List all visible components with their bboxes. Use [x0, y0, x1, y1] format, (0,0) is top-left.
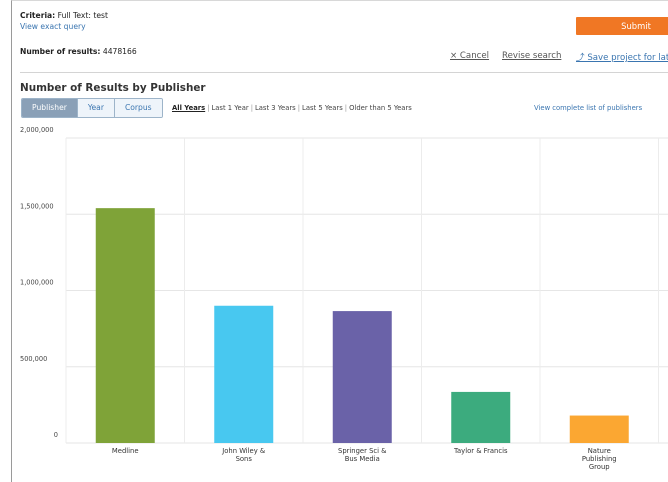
bar-4[interactable]	[451, 391, 511, 443]
x-tick-label: Sons	[236, 455, 253, 463]
bar-5[interactable]	[569, 415, 629, 443]
y-tick-label: 500,000	[20, 355, 47, 363]
y-tick-label: 0	[54, 431, 58, 439]
y-tick-label: 1,000,000	[20, 279, 54, 287]
x-tick-label: Springer Sci &	[338, 447, 387, 455]
x-tick-label: John Wiley &	[221, 447, 266, 455]
bar-1[interactable]	[95, 208, 155, 443]
x-tick-label: Publishing	[582, 455, 617, 463]
x-tick-label: Bus Media	[345, 455, 380, 463]
bar-3[interactable]	[332, 311, 392, 443]
x-tick-label: Nature	[588, 447, 611, 455]
publisher-bar-chart: 2,000,000 1,500,000 1,000,000 500,000 0 Medli…	[20, 126, 668, 471]
bar-2[interactable]	[214, 305, 274, 443]
x-tick-label: Taylor & Francis	[453, 447, 508, 455]
x-tick-label: Medline	[112, 447, 139, 455]
x-tick-label: Group	[589, 463, 610, 471]
y-tick-label: 2,000,000	[20, 126, 54, 134]
y-tick-label: 1,500,000	[20, 202, 54, 210]
